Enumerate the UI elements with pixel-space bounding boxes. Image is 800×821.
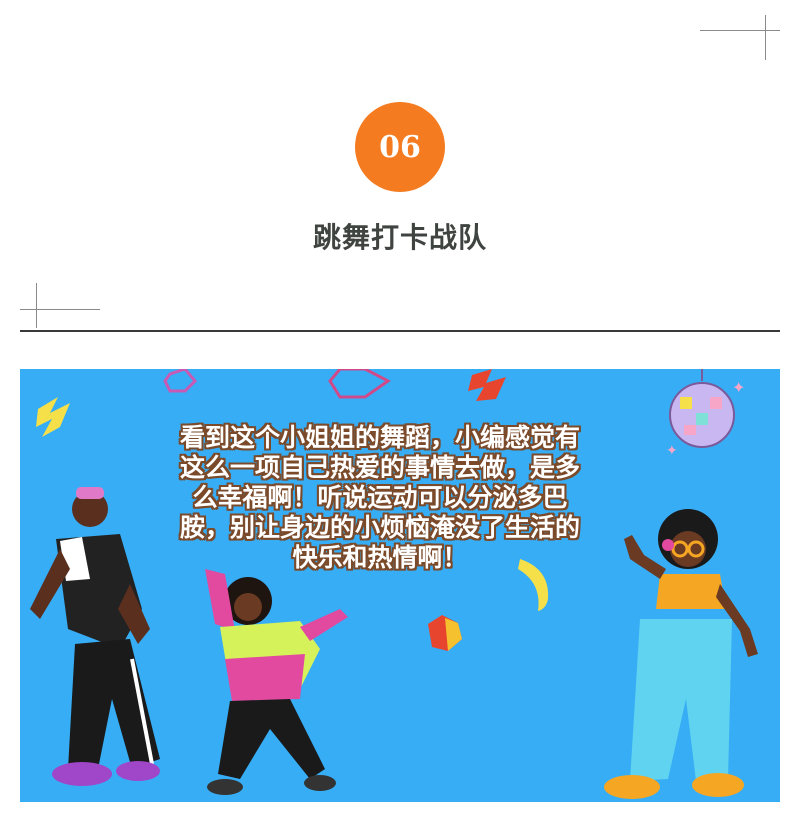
section-divider: [20, 330, 780, 332]
hexagon-outline-icon: [163, 369, 198, 393]
corner-decoration-left-vertical: [36, 283, 37, 328]
sparkle-icon: ✦: [732, 378, 745, 397]
caption-line: 看到这个小姐姐的舞蹈，小编感觉有: [179, 423, 580, 452]
section-number: 06: [379, 129, 421, 165]
illustration-caption: 看到这个小姐姐的舞蹈，小编感觉有 这么一项自己热爱的事情去做，是多 么幸福啊！听…: [130, 423, 630, 573]
corner-decoration-left-horizontal: [20, 309, 100, 310]
dancer-middle-figure: [205, 569, 348, 795]
corner-decoration-top-right-horizontal: [700, 30, 780, 31]
sparkle-small-icon: ✦: [666, 443, 678, 459]
diamond-outline-icon: [328, 369, 391, 399]
dance-illustration: ✦ ✦ 看到这个小姐姐的舞蹈，小编感觉有 这么一项自己热爱的事情去做，是多 么幸…: [20, 369, 780, 802]
caption-line: 快乐和热情啊！: [292, 543, 468, 572]
zigzag-red-icon: [468, 369, 506, 401]
zigzag-yellow-icon: [36, 397, 70, 437]
caption-line: 胺，别让身边的小烦恼淹没了生活的: [179, 513, 580, 542]
section-number-badge: 06: [355, 102, 445, 192]
caption-line: 么幸福啊！听说运动可以分泌多巴: [192, 483, 568, 512]
caption-line: 这么一项自己热爱的事情去做，是多: [179, 453, 580, 482]
section-title: 跳舞打卡战队: [312, 221, 487, 254]
corner-decoration-top-right-vertical: [765, 15, 766, 60]
